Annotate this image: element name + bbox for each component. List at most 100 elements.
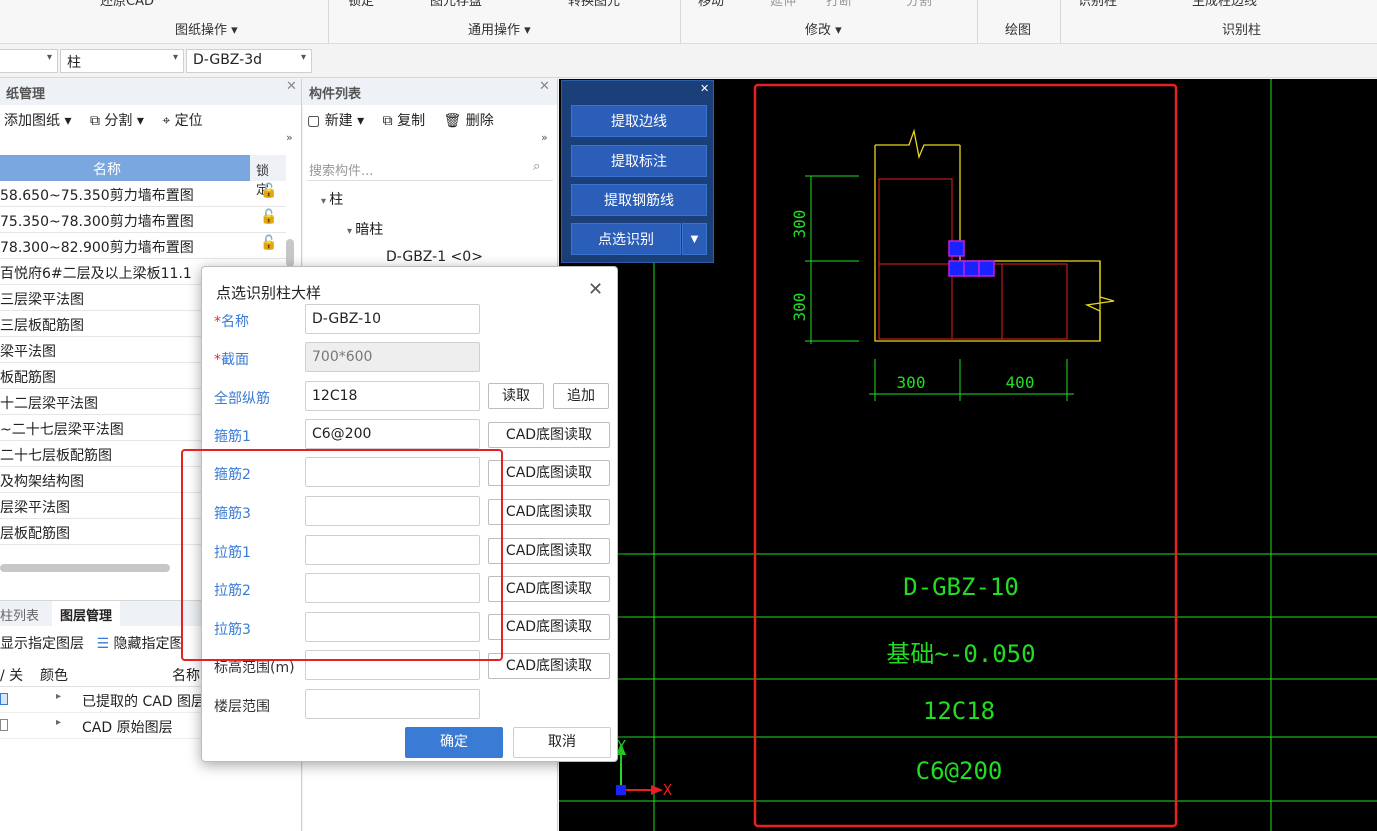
drawing-row[interactable]: 58.650~75.350剪力墙布置图 🔓	[0, 181, 286, 207]
all-rebar-input[interactable]: 12C18	[305, 381, 480, 411]
drawing-toolbar: 添加图纸 ▾ ⧉ 分割 ▾ ⌖ 定位 »	[0, 105, 301, 144]
ribbon-item-lock[interactable]: 锁定	[348, 0, 374, 9]
close-icon[interactable]: ✕	[286, 79, 297, 94]
ok-button[interactable]: 确定	[405, 727, 503, 758]
new-component-button[interactable]: ▢ 新建 ▾	[307, 113, 364, 129]
hide-layer-button[interactable]: ☰ 隐藏指定图	[96, 636, 183, 652]
dialog-title: 点选识别柱大样	[216, 284, 322, 302]
drawing-panel-title: 纸管理	[0, 79, 301, 105]
ribbon-item-extend[interactable]: 延伸	[770, 0, 796, 9]
name-input[interactable]: D-GBZ-10	[305, 304, 480, 334]
add-drawing-button[interactable]: 添加图纸 ▾	[4, 113, 71, 129]
delete-button[interactable]: 🗑 删除	[444, 113, 494, 129]
stirrup3-label: 箍筋3	[214, 506, 251, 522]
axis-origin	[616, 785, 626, 795]
elevation-range-input[interactable]	[305, 650, 480, 680]
close-icon[interactable]: ✕	[539, 79, 550, 94]
rebar-highlight	[948, 260, 965, 277]
element-type-selector[interactable]: 柱 ▾	[60, 49, 184, 73]
ribbon-item-generate-column-edge[interactable]: 生成柱边线	[1192, 0, 1257, 9]
stirrup3-cad-read-button[interactable]: CAD底图读取	[488, 499, 610, 525]
drawing-row[interactable]: 75.350~78.300剪力墙布置图 🔓	[0, 207, 286, 233]
read-button[interactable]: 读取	[488, 383, 544, 409]
ribbon-group-identify-column[interactable]: 识别柱	[1222, 19, 1261, 38]
tie3-cad-read-button[interactable]: CAD底图读取	[488, 614, 610, 640]
table-elevation: 基础~-0.050	[886, 640, 1035, 668]
dimension-label: 300	[790, 210, 809, 239]
ribbon-group-common-ops[interactable]: 通用操作 ▾	[468, 19, 531, 38]
ribbon-item-break[interactable]: 打断	[826, 0, 852, 9]
unlock-icon[interactable]: 🔓	[256, 183, 282, 199]
close-icon[interactable]: ✕	[588, 279, 603, 300]
component-panel-title: 构件列表	[303, 79, 557, 105]
cancel-button[interactable]: 取消	[513, 727, 611, 758]
ribbon-group-modify[interactable]: 修改 ▾	[805, 19, 842, 38]
tie1-input[interactable]	[305, 535, 480, 565]
unlock-icon[interactable]: 🔓	[256, 209, 282, 225]
ribbon-item-split[interactable]: 分割	[906, 0, 932, 9]
layer-toolbar: 显示指定图层 ☰ 隐藏指定图	[0, 633, 183, 653]
chevron-down-icon: ▾	[347, 226, 356, 237]
search-input[interactable]: 搜索构件...	[309, 160, 373, 179]
tab-layer-management[interactable]: 图层管理	[52, 601, 121, 627]
extract-rebar-line-button[interactable]: 提取钢筋线	[571, 184, 707, 216]
expand-icon[interactable]: ▸	[56, 691, 61, 702]
table-rebar: 12C18	[923, 697, 995, 725]
elevation-cad-read-button[interactable]: CAD底图读取	[488, 653, 610, 679]
tie3-input[interactable]	[305, 612, 480, 642]
append-button[interactable]: 追加	[553, 383, 609, 409]
stirrup1-cad-read-button[interactable]: CAD底图读取	[488, 422, 610, 448]
trash-icon: 🗑	[443, 113, 462, 129]
drawing-row[interactable]: 78.300~82.900剪力墙布置图 🔓	[0, 233, 286, 259]
stirrup2-label: 箍筋2	[214, 467, 251, 483]
extract-annotation-button[interactable]: 提取标注	[571, 145, 707, 177]
locate-button[interactable]: ⌖ 定位	[162, 113, 202, 129]
ribbon-separator	[977, 0, 978, 43]
tie2-input[interactable]	[305, 573, 480, 603]
point-identify-button[interactable]: 点选识别	[571, 223, 681, 255]
point-identify-dropdown[interactable]: ▼	[682, 223, 707, 255]
floor-selector[interactable]: ▾	[0, 49, 58, 73]
tree-node-component[interactable]: D-GBZ-1 <0>	[386, 249, 483, 265]
floor-range-input[interactable]	[305, 689, 480, 719]
expand-icon[interactable]: ▸	[56, 717, 61, 728]
ribbon-item-convert-elements[interactable]: 转换图元	[568, 0, 620, 9]
visibility-checkbox[interactable]	[0, 693, 8, 705]
component-selector[interactable]: D-GBZ-3d ▾	[186, 49, 312, 73]
unlock-icon[interactable]: 🔓	[256, 235, 282, 251]
horizontal-scrollbar[interactable]	[0, 564, 170, 572]
component-toolbar: ▢ 新建 ▾ ⧉ 复制 🗑 删除 »	[303, 105, 557, 144]
ribbon-group-draw[interactable]: 绘图	[1005, 19, 1031, 38]
stirrup1-input[interactable]: C6@200	[305, 419, 480, 449]
stirrup2-input[interactable]	[305, 457, 480, 487]
ribbon-group-drawing-ops[interactable]: 图纸操作 ▾	[175, 19, 238, 38]
tree-node-hidden-column[interactable]: ▾ 暗柱	[347, 219, 383, 239]
close-icon[interactable]: ✕	[700, 82, 709, 95]
tab-column-list[interactable]: 柱列表	[0, 605, 39, 624]
ribbon-item-move[interactable]: 移动	[698, 0, 724, 9]
ribbon-item-save-elements[interactable]: 图元存盘	[430, 0, 482, 9]
copy-icon: ⧉	[382, 113, 393, 129]
ribbon-separator	[680, 0, 681, 43]
search-icon[interactable]: ⌕	[533, 159, 540, 174]
tree-node-column[interactable]: ▾ 柱	[321, 189, 343, 209]
chevron-down-icon: ▾	[300, 52, 306, 63]
floor-range-label: 楼层范围	[214, 699, 270, 715]
ribbon-item-identify-column[interactable]: 识别柱	[1078, 0, 1117, 9]
chevron-down-icon: ▾	[321, 196, 330, 207]
stirrup3-input[interactable]	[305, 496, 480, 526]
ribbon-item-restore-cad[interactable]: 还原CAD	[100, 0, 154, 9]
extract-edge-button[interactable]: 提取边线	[571, 105, 707, 137]
component-search[interactable]: 搜索构件... ⌕	[307, 157, 553, 181]
tie2-cad-read-button[interactable]: CAD底图读取	[488, 576, 610, 602]
tie1-cad-read-button[interactable]: CAD底图读取	[488, 538, 610, 564]
more-icon[interactable]: »	[286, 131, 293, 144]
stirrup2-cad-read-button[interactable]: CAD底图读取	[488, 460, 610, 486]
visibility-checkbox[interactable]	[0, 719, 8, 731]
more-icon[interactable]: »	[541, 131, 548, 144]
copy-button[interactable]: ⧉ 复制	[383, 113, 425, 129]
vertical-scrollbar[interactable]	[286, 239, 294, 267]
stirrup1-label: 箍筋1	[214, 429, 251, 445]
split-button[interactable]: ⧉ 分割 ▾	[90, 113, 144, 129]
show-layer-button[interactable]: 显示指定图层	[0, 636, 84, 652]
